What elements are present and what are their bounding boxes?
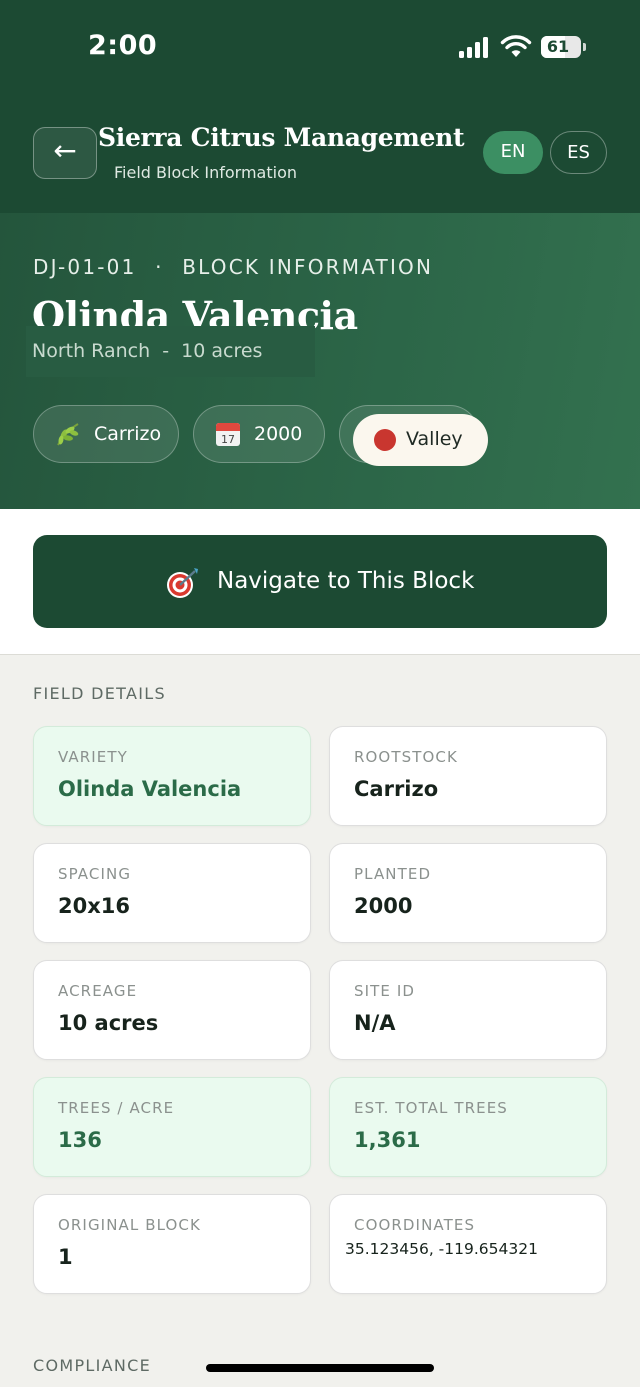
card-value: Olinda Valencia xyxy=(58,777,242,801)
svg-text:17: 17 xyxy=(221,433,235,446)
rootstock-chip-label: Carrizo xyxy=(94,423,162,445)
card-value: 10 acres xyxy=(58,1011,159,1035)
navigate-section: Navigate to This Block xyxy=(0,509,640,655)
calendar-icon: 17 xyxy=(216,423,240,446)
block-meta: DJ-01-01 · BLOCK INFORMATION xyxy=(33,255,433,279)
spacing-card: SPACING 20x16 xyxy=(33,843,311,943)
card-value: 1 xyxy=(58,1245,73,1269)
home-indicator xyxy=(206,1364,434,1372)
app-title: Sierra Citrus Management xyxy=(98,123,465,152)
battery-level: 61 xyxy=(546,37,570,56)
planted-card: PLANTED 2000 xyxy=(329,843,607,943)
card-value: 35.123456, -119.654321 xyxy=(345,1240,538,1258)
trees-per-acre-card: TREES / ACRE 136 xyxy=(33,1077,311,1177)
acreage-card: ACREAGE 10 acres xyxy=(33,960,311,1060)
card-value: N/A xyxy=(354,1011,396,1035)
variety-card: VARIETY Olinda Valencia xyxy=(33,726,311,826)
block-subtitle: North Ranch - 10 acres xyxy=(32,340,263,362)
card-key: TREES / ACRE xyxy=(58,1099,175,1117)
card-key: VARIETY xyxy=(58,748,128,766)
red-dot-icon xyxy=(374,429,396,451)
leaf-icon xyxy=(57,423,79,446)
region-chip-label: Valley xyxy=(406,428,463,450)
battery-tip xyxy=(583,43,586,51)
card-key: COORDINATES xyxy=(354,1216,476,1234)
navigate-to-block-button[interactable]: Navigate to This Block xyxy=(33,535,607,628)
left-arrow-icon: ← xyxy=(53,134,77,167)
card-key: ACREAGE xyxy=(58,982,138,1000)
battery-icon: 61 xyxy=(541,36,581,58)
back-button[interactable]: ← xyxy=(33,127,97,179)
signal-icon xyxy=(459,36,491,58)
card-key: SPACING xyxy=(58,865,132,883)
status-time: 2:00 xyxy=(88,30,158,61)
site-id-card: SITE ID N/A xyxy=(329,960,607,1060)
coordinates-card: COORDINATES 35.123456, -119.654321 xyxy=(329,1194,607,1294)
status-bar: 2:00 61 xyxy=(0,0,640,95)
language-en-button[interactable]: EN xyxy=(483,131,543,174)
block-hero: DJ-01-01 · BLOCK INFORMATION Olinda Vale… xyxy=(0,213,640,509)
compliance-heading: COMPLIANCE xyxy=(33,1356,152,1375)
meta-separator: · xyxy=(155,255,164,279)
card-key: PLANTED xyxy=(354,865,432,883)
app-header: 2:00 61 ← Sierra Citrus Management Field… xyxy=(0,0,640,213)
card-value: 2000 xyxy=(354,894,413,918)
language-es-button[interactable]: ES xyxy=(550,131,607,174)
card-value: Carrizo xyxy=(354,777,439,801)
card-value: 136 xyxy=(58,1128,102,1152)
card-value: 20x16 xyxy=(58,894,130,918)
card-value: 1,361 xyxy=(354,1128,421,1152)
block-section-label: BLOCK INFORMATION xyxy=(182,255,434,279)
year-chip: 17 2000 xyxy=(193,405,325,463)
app-subtitle: Field Block Information xyxy=(114,163,297,182)
field-details-heading: FIELD DETAILS xyxy=(33,684,166,703)
card-key: SITE ID xyxy=(354,982,416,1000)
original-block-card: ORIGINAL BLOCK 1 xyxy=(33,1194,311,1294)
card-key: ROOTSTOCK xyxy=(354,748,458,766)
rootstock-chip: Carrizo xyxy=(33,405,179,463)
est-total-trees-card: EST. TOTAL TREES 1,361 xyxy=(329,1077,607,1177)
region-chip: Valley xyxy=(353,414,488,466)
year-chip-label: 2000 xyxy=(254,423,303,445)
wifi-icon xyxy=(500,35,532,57)
card-key: EST. TOTAL TREES xyxy=(354,1099,508,1117)
card-key: ORIGINAL BLOCK xyxy=(58,1216,201,1234)
target-icon xyxy=(167,568,198,598)
rootstock-card: ROOTSTOCK Carrizo xyxy=(329,726,607,826)
navigate-button-label: Navigate to This Block xyxy=(217,568,475,594)
block-id: DJ-01-01 xyxy=(33,255,137,279)
